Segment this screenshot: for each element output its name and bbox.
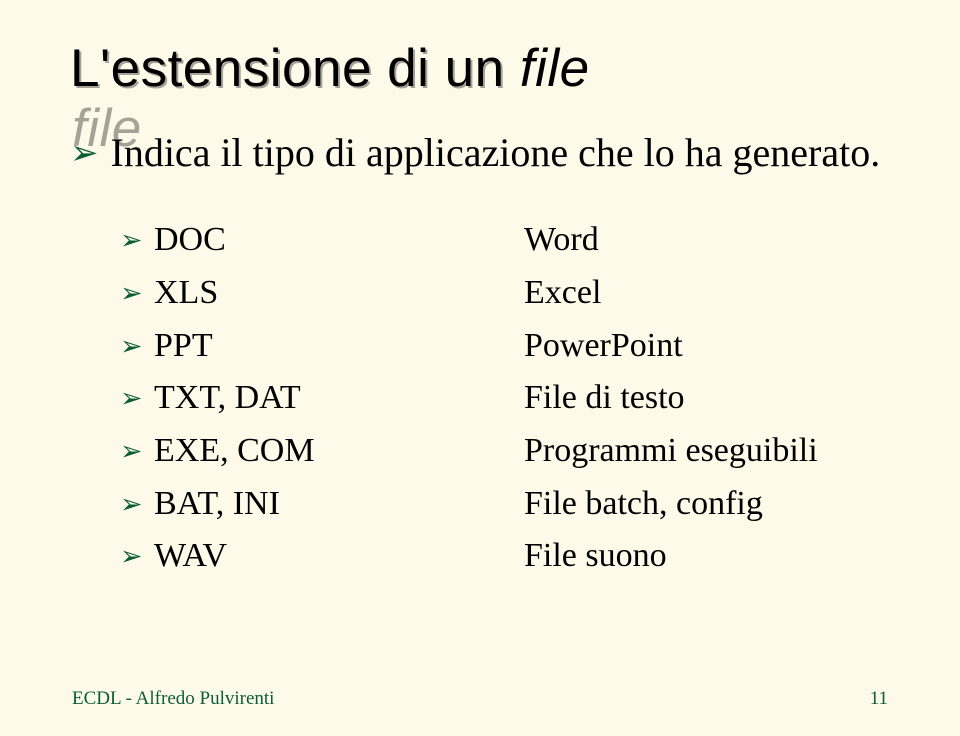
title-italic: file: [520, 39, 590, 98]
arrow-icon: ➢: [120, 372, 154, 420]
ext-label: WAV: [154, 530, 524, 583]
list-item: ➢ EXE, COM Programmi eseguibili: [120, 425, 890, 478]
arrow-icon: ➢: [120, 425, 154, 473]
list-item: ➢ WAV File suono: [120, 530, 890, 583]
list-item: ➢ TXT, DAT File di testo: [120, 372, 890, 425]
ext-desc: Programmi eseguibili: [524, 425, 890, 478]
list-item: ➢ BAT, INI File batch, config: [120, 478, 890, 531]
arrow-icon: ➢: [120, 478, 154, 526]
page-number: 11: [870, 688, 888, 710]
title-front: L'estensione di un file: [70, 39, 590, 98]
arrow-icon: ➢: [120, 214, 154, 262]
ext-desc: File di testo: [524, 372, 890, 425]
ext-label: TXT, DAT: [154, 372, 524, 425]
ext-label: BAT, INI: [154, 478, 524, 531]
footer-text: ECDL - Alfredo Pulvirenti: [72, 688, 274, 710]
list-item: ➢ PPT PowerPoint: [120, 320, 890, 373]
ext-desc: Excel: [524, 267, 890, 320]
title-italic-shadow: file: [72, 99, 142, 158]
list-item: ➢ XLS Excel: [120, 267, 890, 320]
slide: L'estensione di un file L'estensione di …: [0, 0, 960, 736]
ext-label: PPT: [154, 320, 524, 373]
title-text: L'estensione di un file L'estensione di …: [70, 40, 590, 98]
ext-desc: Word: [524, 214, 890, 267]
list-item: ➢ DOC Word: [120, 214, 890, 267]
ext-label: EXE, COM: [154, 425, 524, 478]
slide-title: L'estensione di un file L'estensione di …: [70, 40, 890, 98]
ext-label: DOC: [154, 214, 524, 267]
arrow-icon: ➢: [120, 267, 154, 315]
arrow-icon: ➢: [120, 530, 154, 578]
ext-desc: File suono: [524, 530, 890, 583]
arrow-icon: ➢: [120, 320, 154, 368]
ext-desc: PowerPoint: [524, 320, 890, 373]
slide-body: ➢Indica il tipo di applicazione che lo h…: [70, 126, 890, 583]
extension-list: ➢ DOC Word ➢ XLS Excel ➢ PPT PowerPoint …: [120, 214, 890, 583]
title-main: L'estensione di un: [70, 39, 520, 98]
ext-desc: File batch, config: [524, 478, 890, 531]
ext-label: XLS: [154, 267, 524, 320]
